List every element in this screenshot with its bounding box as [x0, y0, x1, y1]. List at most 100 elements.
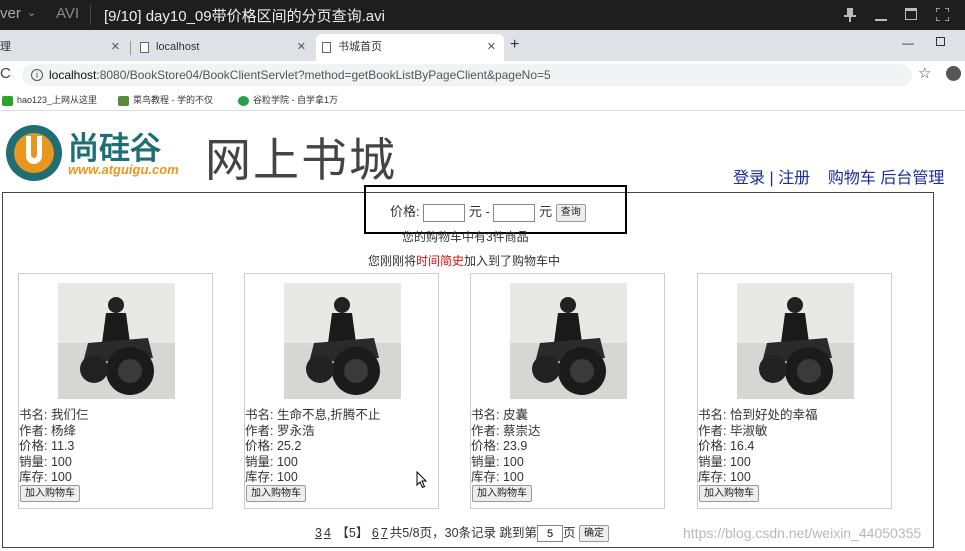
watermark: https://blog.csdn.net/weixin_44050355 [683, 525, 922, 541]
book-info: 书名: 生命不息,折腾不止 作者: 罗永浩 价格: 25.2 销量: 100 库… [245, 408, 380, 486]
url-input[interactable]: i localhost:8080/BookStore04/BookClientS… [22, 64, 912, 86]
url-path: :8080/BookStore04/BookClientServlet?meth… [96, 68, 551, 82]
pin-icon[interactable] [834, 0, 866, 30]
player-format: AVI [56, 5, 80, 22]
nav-separator: | [769, 170, 774, 187]
page-link-4[interactable]: 4 [324, 526, 331, 540]
price-label: 价格: [390, 204, 420, 219]
login-link[interactable]: 登录 [733, 170, 765, 187]
price-dash: 元 - [468, 204, 490, 219]
book-card: 书名: 我们仨 作者: 杨绛 价格: 11.3 销量: 100 库存: 100 … [18, 273, 213, 509]
last-added-notice: 您刚刚将时间简史加入到了购物车中 [368, 252, 560, 269]
min-price-input[interactable] [423, 203, 466, 222]
book-sales: 销量: 100 [19, 454, 72, 469]
book-stock: 库存: 100 [698, 470, 751, 484]
price-filter: 价格: 元 - 元 查询 [390, 201, 586, 222]
bookmark-label: 菜鸟教程 - 学的不仅 [133, 95, 213, 105]
admin-link[interactable]: 后台管理 [880, 170, 944, 187]
browser-tab-strip: 理 ✕ localhost ✕ 书城首页 ✕ [0, 30, 965, 61]
book-name: 书名: 我们仨 [19, 408, 89, 422]
book-stock: 库存: 100 [19, 470, 72, 484]
book-name: 书名: 生命不息,折腾不止 [245, 408, 381, 422]
address-bar: C i localhost:8080/BookStore04/BookClien… [0, 61, 965, 89]
player-app-name: ver [0, 5, 21, 22]
book-stock: 库存: 100 [471, 470, 524, 484]
page-icon [322, 42, 331, 53]
mouse-cursor-icon [416, 471, 428, 489]
book-name: 书名: 恰到好处的幸福 [698, 408, 818, 422]
book-price: 价格: 25.2 [245, 439, 302, 453]
query-button[interactable]: 查询 [555, 203, 586, 222]
price-unit: 元 [539, 204, 553, 219]
chevron-down-icon[interactable]: ⌄ [27, 6, 36, 19]
book-stock: 库存: 100 [245, 470, 298, 484]
book-name: 书名: 皮囊 [471, 408, 528, 422]
maximize-icon[interactable] [895, 0, 927, 30]
divider [90, 5, 91, 25]
close-icon[interactable]: ✕ [111, 34, 120, 61]
jump-page-input[interactable] [537, 525, 563, 543]
tab-localhost[interactable]: localhost ✕ [134, 34, 314, 61]
profile-icon[interactable] [946, 66, 961, 81]
bookmark-runoob[interactable]: 菜鸟教程 - 学的不仅 [118, 93, 213, 106]
book-cover-image[interactable] [737, 283, 854, 399]
logo-url: www.atguigu.com [68, 162, 179, 177]
book-author: 作者: 罗永浩 [245, 423, 315, 438]
register-link[interactable]: 注册 [778, 170, 810, 187]
max-price-input[interactable] [493, 203, 536, 222]
add-to-cart-button[interactable]: 加入购物车 [472, 485, 532, 502]
add-to-cart-button[interactable]: 加入购物车 [246, 485, 306, 502]
top-nav: 登录 | 注册 购物车 后台管理 [733, 164, 944, 188]
page-link-6[interactable]: 6 [372, 526, 379, 540]
site-logo[interactable]: 尚硅谷 www.atguigu.com [4, 122, 199, 184]
video-title: [9/10] day10_09带价格区间的分页查询.avi [104, 8, 385, 25]
minimize-icon[interactable] [865, 0, 897, 30]
fullscreen-icon[interactable] [926, 0, 958, 30]
book-price: 价格: 23.9 [471, 439, 528, 453]
last-added-prefix: 您刚刚将 [368, 254, 417, 268]
cart-count-text: 您的购物车中有3件商品 [402, 230, 529, 244]
tab-other[interactable]: 理 ✕ [0, 34, 128, 61]
cart-link[interactable]: 购物车 [828, 170, 876, 187]
close-icon[interactable]: ✕ [297, 34, 306, 61]
book-sales: 销量: 100 [471, 454, 524, 469]
bookmark-hao123[interactable]: hao123_上网从这里 [2, 93, 97, 106]
bookmarks-bar: hao123_上网从这里 菜鸟教程 - 学的不仅 谷粒学院 - 自学拿1万 [0, 89, 965, 111]
add-to-cart-button[interactable]: 加入购物车 [20, 485, 80, 502]
book-author: 作者: 蔡崇达 [471, 423, 541, 438]
current-page: 【5】 [336, 526, 369, 540]
minimize-icon[interactable]: — [902, 36, 914, 50]
runoob-icon [118, 95, 129, 106]
book-card: 书名: 恰到好处的幸福 作者: 毕淑敏 价格: 16.4 销量: 100 库存:… [697, 273, 892, 509]
info-icon[interactable]: i [31, 69, 43, 81]
book-cover-image[interactable] [284, 283, 401, 399]
player-title-bar: ver ⌄ AVI [9/10] day10_09带价格区间的分页查询.avi [0, 0, 965, 30]
restore-icon[interactable] [936, 37, 945, 46]
new-tab-icon[interactable]: + [510, 36, 519, 54]
tab-divider [130, 41, 131, 55]
check-icon [2, 95, 13, 106]
book-info: 书名: 恰到好处的幸福 作者: 毕淑敏 价格: 16.4 销量: 100 库存:… [698, 408, 817, 486]
page-icon [140, 42, 149, 53]
page-link-7[interactable]: 7 [381, 526, 388, 540]
add-to-cart-button[interactable]: 加入购物车 [699, 485, 759, 502]
star-icon[interactable]: ☆ [918, 64, 931, 82]
book-author: 作者: 毕淑敏 [698, 423, 768, 438]
tab-label: 理 [0, 41, 11, 53]
url-host: localhost [49, 68, 97, 82]
site-title: 网上书城 [205, 133, 397, 187]
last-added-suffix: 加入到了购物车中 [464, 254, 561, 268]
tab-bookstore-home[interactable]: 书城首页 ✕ [316, 34, 504, 61]
bookmark-label: hao123_上网从这里 [17, 95, 98, 105]
tab-label: localhost [156, 41, 200, 53]
page-unit: 页 [563, 526, 576, 540]
book-cover-image[interactable] [58, 283, 175, 399]
book-info: 书名: 我们仨 作者: 杨绛 价格: 11.3 销量: 100 库存: 100 [19, 408, 88, 486]
reload-icon[interactable]: C [0, 65, 11, 82]
confirm-jump-button[interactable]: 确定 [579, 525, 609, 543]
page-link-3[interactable]: 3 [315, 526, 322, 540]
book-cover-image[interactable] [510, 283, 627, 399]
page-summary: 共5/8页，30条记录 跳到第 [389, 526, 537, 540]
bookmark-guli[interactable]: 谷粒学院 - 自学拿1万 [238, 93, 338, 106]
close-icon[interactable]: ✕ [487, 34, 496, 61]
